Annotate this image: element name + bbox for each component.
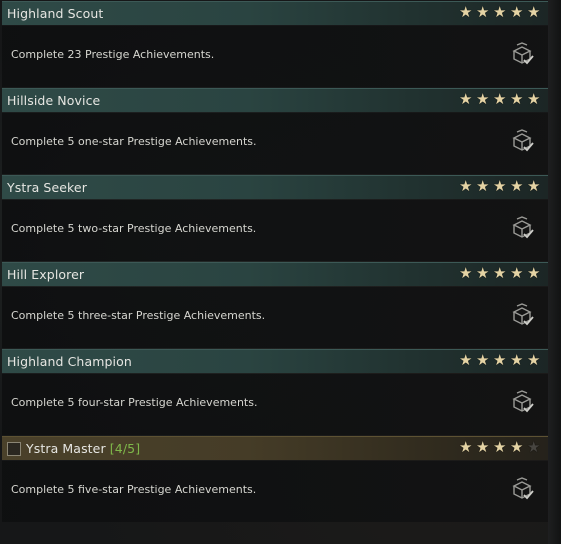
star-filled-icon: ★ [476,90,490,108]
star-filled-icon: ★ [459,3,473,21]
star-empty-icon: ★ [527,438,541,456]
star-filled-icon: ★ [493,264,507,282]
achievement-description: Complete 5 one-star Prestige Achievement… [11,135,257,148]
achievement-body: Complete 5 three-star Prestige Achieveme… [2,287,548,348]
achievement-row[interactable]: Highland Scout ★ ★ ★ ★ ★ Complete 23 Prestig… [2,1,548,88]
achievement-title: Hill Explorer [7,267,85,282]
star-filled-icon: ★ [476,177,490,195]
achievement-progress: [4/5] [109,441,141,456]
achievement-header: Hillside Novice ★ ★ ★ ★ ★ [2,88,548,112]
star-filled-icon: ★ [493,177,507,195]
star-filled-icon: ★ [459,177,473,195]
achievement-title: Hillside Novice [7,93,101,108]
achievement-header: Highland Scout ★ ★ ★ ★ ★ [2,1,548,25]
star-filled-icon: ★ [527,264,541,282]
star-filled-icon: ★ [510,177,524,195]
star-filled-icon: ★ [527,3,541,21]
star-filled-icon: ★ [459,438,473,456]
star-filled-icon: ★ [527,90,541,108]
achievement-description: Complete 5 five-star Prestige Achievemen… [11,483,257,496]
star-filled-icon: ★ [476,438,490,456]
achievement-description: Complete 5 two-star Prestige Achievement… [11,222,257,235]
achievement-body: Complete 23 Prestige Achievements. [2,26,548,87]
achievement-row[interactable]: Ystra Master [4/5] ★ ★ ★ ★ ★ Complete 5 five… [2,436,548,523]
star-filled-icon: ★ [459,264,473,282]
achievement-stars: ★ ★ ★ ★ ★ [459,266,542,284]
star-filled-icon: ★ [493,438,507,456]
achievement-stars: ★ ★ ★ ★ ★ [459,353,542,371]
star-filled-icon: ★ [459,351,473,369]
achievement-body: Complete 5 two-star Prestige Achievement… [2,200,548,261]
achievement-header: Highland Champion ★ ★ ★ ★ ★ [2,349,548,373]
star-filled-icon: ★ [476,351,490,369]
star-filled-icon: ★ [527,177,541,195]
reward-chest-icon[interactable] [508,301,536,329]
star-filled-icon: ★ [510,3,524,21]
reward-chest-icon[interactable] [508,214,536,242]
reward-chest-icon[interactable] [508,127,536,155]
reward-chest-icon[interactable] [508,475,536,503]
star-filled-icon: ★ [476,3,490,21]
reward-chest-icon[interactable] [508,40,536,68]
achievement-body: Complete 5 one-star Prestige Achievement… [2,113,548,174]
achievement-body: Complete 5 five-star Prestige Achievemen… [2,461,548,522]
achievement-header: Ystra Seeker ★ ★ ★ ★ ★ [2,175,548,199]
star-filled-icon: ★ [459,90,473,108]
achievement-row[interactable]: Hill Explorer ★ ★ ★ ★ ★ Complete 5 three-sta… [2,262,548,349]
star-filled-icon: ★ [527,351,541,369]
star-filled-icon: ★ [510,264,524,282]
achievement-title: Highland Scout [7,6,104,21]
achievement-header: Ystra Master [4/5] ★ ★ ★ ★ ★ [2,436,548,460]
achievement-title-text: Ystra Master [26,441,106,456]
achievement-body: Complete 5 four-star Prestige Achievemen… [2,374,548,435]
achievement-stars: ★ ★ ★ ★ ★ [459,440,542,458]
reward-chest-icon[interactable] [508,388,536,416]
star-filled-icon: ★ [510,90,524,108]
achievement-row[interactable]: Hillside Novice ★ ★ ★ ★ ★ Complete 5 one-sta… [2,88,548,175]
track-checkbox[interactable] [7,442,21,456]
achievement-title: Ystra Master [4/5] [26,441,140,456]
star-filled-icon: ★ [493,3,507,21]
achievement-description: Complete 23 Prestige Achievements. [11,48,215,61]
star-filled-icon: ★ [493,351,507,369]
star-filled-icon: ★ [493,90,507,108]
star-filled-icon: ★ [476,264,490,282]
achievement-description: Complete 5 three-star Prestige Achieveme… [11,309,266,322]
achievement-title: Ystra Seeker [7,180,87,195]
star-filled-icon: ★ [510,438,524,456]
achievement-header: Hill Explorer ★ ★ ★ ★ ★ [2,262,548,286]
achievement-title: Highland Champion [7,354,132,369]
panel-scroll-edge [548,0,561,544]
star-filled-icon: ★ [510,351,524,369]
achievement-stars: ★ ★ ★ ★ ★ [459,92,542,110]
achievement-panel: Highland Scout ★ ★ ★ ★ ★ Complete 23 Prestig… [0,0,561,544]
achievement-row[interactable]: Ystra Seeker ★ ★ ★ ★ ★ Complete 5 two-star P… [2,175,548,262]
achievement-description: Complete 5 four-star Prestige Achievemen… [11,396,258,409]
achievement-stars: ★ ★ ★ ★ ★ [459,5,542,23]
achievement-stars: ★ ★ ★ ★ ★ [459,179,542,197]
achievement-row[interactable]: Highland Champion ★ ★ ★ ★ ★ Complete 5 four-… [2,349,548,436]
